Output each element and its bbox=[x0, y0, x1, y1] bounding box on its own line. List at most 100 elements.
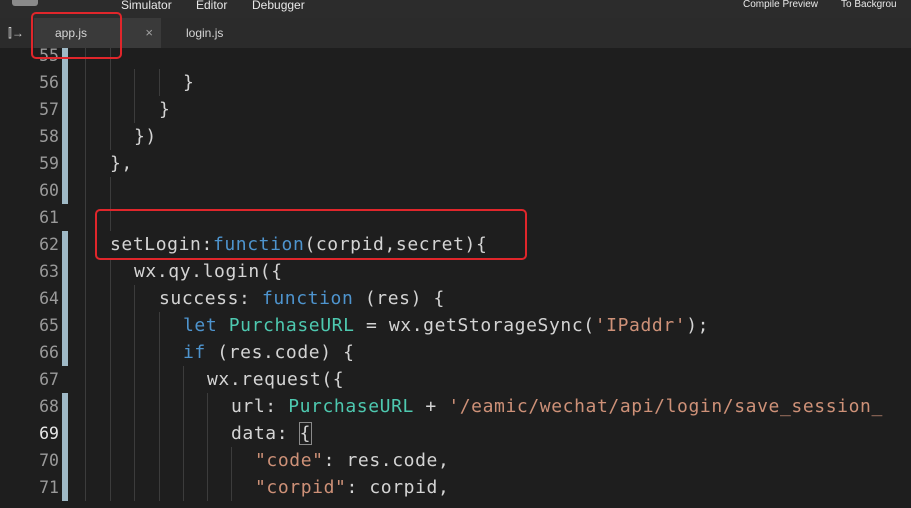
to-background-button[interactable]: To Backgrou bbox=[841, 0, 897, 10]
menu-debugger[interactable]: Debugger bbox=[252, 0, 305, 12]
indent-guide bbox=[85, 150, 86, 177]
indent-guide bbox=[110, 69, 111, 96]
git-change-marker bbox=[62, 150, 68, 177]
code-line[interactable]: 56} bbox=[0, 69, 911, 96]
indent-guide bbox=[85, 285, 86, 312]
code-text[interactable]: wx.qy.login({ bbox=[134, 258, 283, 285]
code-text[interactable]: data: { bbox=[231, 420, 313, 447]
code-text[interactable]: success: function (res) { bbox=[159, 285, 445, 312]
code-line[interactable]: 59}, bbox=[0, 150, 911, 177]
code-line[interactable]: 69 data: { bbox=[0, 420, 911, 447]
code-editor[interactable]: 55 56} 57} 58}) 59}, 60 61 62 setLogin:function(… bbox=[0, 48, 911, 508]
code-token: wx.qy.login({ bbox=[134, 261, 283, 282]
code-line[interactable]: 70 "code": res.code, bbox=[0, 447, 911, 474]
line-number: 70 bbox=[39, 451, 59, 470]
code-token: }, bbox=[110, 153, 133, 174]
code-text[interactable]: setLogin:function(corpid,secret){ bbox=[110, 231, 487, 258]
code-token: PurchaseURL bbox=[288, 396, 414, 417]
code-line[interactable]: 62 setLogin:function(corpid,secret){ bbox=[0, 231, 911, 258]
code-line[interactable]: 64 success: function (res) { bbox=[0, 285, 911, 312]
git-change-marker bbox=[62, 420, 68, 447]
tab-app-js[interactable]: app.js × bbox=[34, 18, 161, 48]
menu-editor[interactable]: Editor bbox=[196, 0, 227, 12]
indent-guide bbox=[159, 339, 160, 366]
code-line[interactable]: 66 if (res.code) { bbox=[0, 339, 911, 366]
line-number: 62 bbox=[39, 235, 59, 254]
compile-preview-button[interactable]: Compile Preview bbox=[743, 0, 818, 10]
code-token: (corpid,secret){ bbox=[304, 234, 488, 255]
code-text[interactable]: if (res.code) { bbox=[183, 339, 355, 366]
code-token: { bbox=[298, 422, 313, 445]
code-text[interactable]: "code": res.code, bbox=[255, 447, 449, 474]
code-token: setLogin: bbox=[110, 234, 213, 255]
code-text[interactable]: } bbox=[183, 69, 194, 96]
code-line[interactable]: 63 wx.qy.login({ bbox=[0, 258, 911, 285]
indent-guide bbox=[85, 447, 86, 474]
git-change-marker bbox=[62, 231, 68, 258]
git-change-marker bbox=[62, 474, 68, 501]
line-number: 59 bbox=[39, 154, 59, 173]
code-token: data: bbox=[231, 423, 300, 444]
close-icon[interactable]: × bbox=[145, 18, 153, 48]
sidebar-toggle-icon[interactable]: ⫿→ bbox=[8, 25, 24, 41]
indent-guide bbox=[183, 393, 184, 420]
code-token: (res) { bbox=[353, 288, 445, 309]
menu-bar: Simulator Editor Debugger Compile Previe… bbox=[0, 0, 911, 18]
code-text[interactable]: }, bbox=[110, 150, 133, 177]
code-line[interactable]: 71 "corpid": corpid, bbox=[0, 474, 911, 501]
indent-guide bbox=[85, 420, 86, 447]
indent-guide bbox=[110, 474, 111, 501]
indent-guide bbox=[134, 447, 135, 474]
code-text[interactable]: }) bbox=[134, 123, 157, 150]
indent-guide bbox=[110, 312, 111, 339]
git-change-marker bbox=[62, 393, 68, 420]
tab-label: login.js bbox=[186, 26, 224, 40]
git-change-marker bbox=[62, 258, 68, 285]
code-line[interactable]: 68 url: PurchaseURL + '/eamic/wechat/api/… bbox=[0, 393, 911, 420]
code-token: 'IPaddr' bbox=[594, 315, 687, 336]
code-text[interactable]: "corpid": corpid, bbox=[255, 474, 449, 501]
code-line[interactable]: 65 let PurchaseURL = wx.getStorageSync('I… bbox=[0, 312, 911, 339]
code-token: function bbox=[261, 288, 354, 309]
line-number: 68 bbox=[39, 397, 59, 416]
indent-guide bbox=[85, 231, 86, 258]
indent-guide bbox=[85, 393, 86, 420]
indent-guide bbox=[183, 447, 184, 474]
menu-simulator[interactable]: Simulator bbox=[121, 0, 172, 12]
code-text[interactable]: } bbox=[159, 96, 170, 123]
code-line[interactable]: 61 bbox=[0, 204, 911, 231]
line-number: 67 bbox=[39, 370, 59, 389]
code-line[interactable]: 67 wx.request({ bbox=[0, 366, 911, 393]
code-line[interactable]: 55 bbox=[0, 48, 911, 69]
code-line[interactable]: 57} bbox=[0, 96, 911, 123]
indent-guide bbox=[85, 339, 86, 366]
code-token: = wx.getStorageSync( bbox=[354, 315, 595, 336]
indent-guide bbox=[134, 312, 135, 339]
tab-login-js[interactable]: login.js bbox=[186, 18, 223, 48]
code-token: success: bbox=[159, 288, 262, 309]
line-number: 58 bbox=[39, 127, 59, 146]
indent-guide bbox=[134, 285, 135, 312]
line-number: 57 bbox=[39, 100, 59, 119]
code-token: : corpid, bbox=[346, 477, 450, 498]
code-line[interactable]: 58}) bbox=[0, 123, 911, 150]
app-logo bbox=[12, 0, 38, 6]
indent-guide bbox=[110, 123, 111, 150]
code-text[interactable]: let PurchaseURL = wx.getStorageSync('IPa… bbox=[183, 312, 709, 339]
code-line[interactable]: 60 bbox=[0, 177, 911, 204]
indent-guide bbox=[134, 366, 135, 393]
code-text[interactable]: url: PurchaseURL + '/eamic/wechat/api/lo… bbox=[231, 393, 883, 420]
code-token: wx.request({ bbox=[207, 369, 345, 390]
indent-guide bbox=[85, 204, 86, 231]
code-text[interactable]: wx.request({ bbox=[207, 366, 344, 393]
indent-guide bbox=[207, 474, 208, 501]
code-token: function bbox=[212, 234, 305, 255]
indent-guide bbox=[159, 420, 160, 447]
line-number: 66 bbox=[39, 343, 59, 362]
indent-guide bbox=[231, 474, 232, 501]
code-token: } bbox=[183, 72, 195, 93]
indent-guide bbox=[231, 447, 232, 474]
indent-guide bbox=[134, 339, 135, 366]
line-number: 69 bbox=[39, 424, 59, 443]
